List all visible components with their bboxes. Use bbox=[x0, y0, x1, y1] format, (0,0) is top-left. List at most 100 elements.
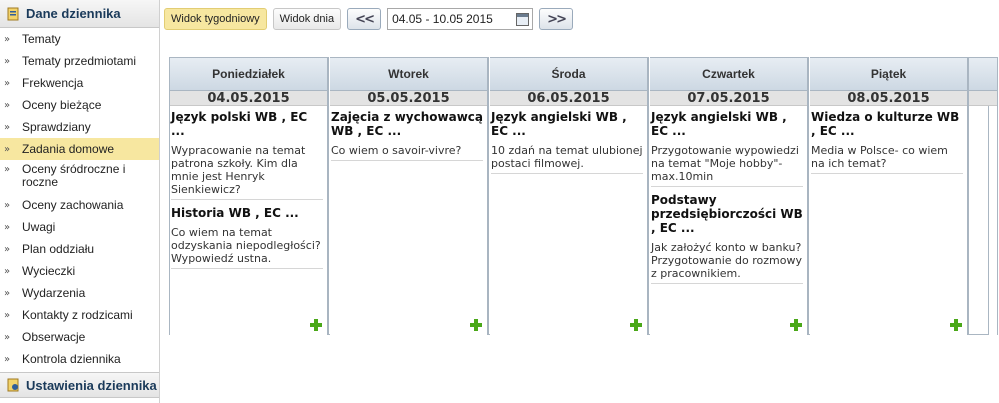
day-name: Środa bbox=[490, 57, 647, 91]
sidebar-header[interactable]: Dane dziennika bbox=[0, 0, 159, 28]
double-chevron-right-icon: » bbox=[4, 99, 11, 111]
homework-description: Co wiem na temat odzyskania niepodległoś… bbox=[171, 226, 323, 269]
day-body: Język polski WB , EC ... Wypracowanie na … bbox=[170, 106, 327, 269]
weekend-column-partial bbox=[968, 57, 998, 335]
previous-week-button[interactable]: << bbox=[347, 8, 382, 30]
homework-entry[interactable]: Historia WB , EC ... Co wiem na temat odz… bbox=[171, 206, 325, 269]
sidebar-footer[interactable]: Ustawienia dziennika bbox=[0, 372, 159, 398]
homework-entry[interactable]: Język angielski WB , EC ... 10 zdań na te… bbox=[491, 110, 645, 174]
sidebar-item-1[interactable]: » Tematy przedmiotami bbox=[0, 50, 159, 72]
homework-description: Co wiem o savoir-vivre? bbox=[331, 144, 483, 161]
next-week-button[interactable]: >> bbox=[539, 8, 574, 30]
day-body: Język angielski WB , EC ... 10 zdań na te… bbox=[490, 106, 647, 174]
sidebar-item-label: Oceny zachowania bbox=[22, 197, 124, 212]
double-chevron-left-icon: << bbox=[355, 11, 375, 27]
sidebar-item-label: Zadania domowe bbox=[22, 141, 115, 156]
homework-entry[interactable]: Język angielski WB , EC ... Przygotowanie… bbox=[651, 110, 805, 187]
day-date: 08.05.2015 bbox=[810, 91, 967, 106]
day-column-1: Wtorek 05.05.2015 Zajęcia z wychowawcą WB … bbox=[330, 57, 489, 335]
double-chevron-right-icon: » bbox=[4, 243, 11, 255]
sidebar-item-0[interactable]: » Tematy bbox=[0, 28, 159, 50]
sidebar-item-label: Plan oddziału bbox=[22, 241, 95, 256]
sidebar-item-label: Oceny bieżące bbox=[22, 97, 102, 112]
sidebar-item-5[interactable]: » Zadania domowe bbox=[0, 138, 159, 160]
sidebar-item-13[interactable]: » Obserwacje bbox=[0, 326, 159, 348]
week-calendar: Poniedziałek 04.05.2015 Język polski WB , … bbox=[169, 57, 989, 335]
sidebar-item-9[interactable]: » Plan oddziału bbox=[0, 238, 159, 260]
sidebar-item-label: Kontakty z rodzicami bbox=[22, 307, 133, 322]
sidebar-item-4[interactable]: » Sprawdziany bbox=[0, 116, 159, 138]
day-name: Piątek bbox=[810, 57, 967, 91]
double-chevron-right-icon: » bbox=[4, 353, 11, 365]
double-chevron-right-icon: » bbox=[4, 164, 11, 175]
sidebar-item-label: Frekwencja bbox=[22, 75, 84, 90]
sidebar-item-14[interactable]: » Kontrola dziennika bbox=[0, 348, 159, 370]
double-chevron-right-icon: » bbox=[4, 221, 11, 233]
sidebar-item-label: Kontrola dziennika bbox=[22, 351, 121, 366]
sidebar-item-10[interactable]: » Wycieczki bbox=[0, 260, 159, 282]
add-homework-plus-icon[interactable] bbox=[790, 319, 802, 331]
homework-description: 10 zdań na temat ulubionej postaci filmo… bbox=[491, 144, 643, 174]
sidebar: Dane dziennika » Tematy » Tematy przedmiota… bbox=[0, 0, 160, 403]
sidebar-item-label: Wycieczki bbox=[22, 263, 76, 278]
sidebar-item-label: Sprawdziany bbox=[22, 119, 91, 134]
sidebar-item-label: Oceny śródroczne i roczne bbox=[22, 162, 126, 189]
calendar-icon[interactable] bbox=[516, 12, 530, 26]
sidebar-item-6[interactable]: » Oceny śródroczne i roczne bbox=[0, 160, 159, 194]
double-chevron-right-icon: » bbox=[4, 331, 11, 343]
homework-subject[interactable]: Wiedza o kulturze WB , EC ... bbox=[811, 110, 965, 138]
homework-entry[interactable]: Język polski WB , EC ... Wypracowanie na … bbox=[171, 110, 325, 200]
day-date: 07.05.2015 bbox=[650, 91, 807, 106]
double-chevron-right-icon: » bbox=[4, 121, 11, 133]
sidebar-item-3[interactable]: » Oceny bieżące bbox=[0, 94, 159, 116]
sidebar-item-label: Uwagi bbox=[22, 219, 56, 234]
double-chevron-right-icon: » bbox=[4, 265, 11, 277]
homework-subject[interactable]: Język angielski WB , EC ... bbox=[491, 110, 645, 138]
homework-subject[interactable]: Język angielski WB , EC ... bbox=[651, 110, 805, 138]
double-chevron-right-icon: » bbox=[4, 143, 11, 155]
day-column-2: Środa 06.05.2015 Język angielski WB , EC .… bbox=[490, 57, 649, 335]
double-chevron-right-icon: » bbox=[4, 55, 11, 67]
day-body: Wiedza o kulturze WB , EC ... Media w Pol… bbox=[810, 106, 967, 174]
add-homework-plus-icon[interactable] bbox=[630, 319, 642, 331]
day-column-3: Czwartek 07.05.2015 Język angielski WB , E… bbox=[650, 57, 809, 335]
homework-subject[interactable]: Podstawy przedsiębiorczości WB , EC ... bbox=[651, 193, 805, 235]
sidebar-item-7[interactable]: » Oceny zachowania bbox=[0, 194, 159, 216]
day-body: Język angielski WB , EC ... Przygotowanie… bbox=[650, 106, 807, 284]
homework-subject[interactable]: Zajęcia z wychowawcą WB , EC ... bbox=[331, 110, 485, 138]
double-chevron-right-icon: >> bbox=[547, 11, 567, 27]
homework-entry[interactable]: Zajęcia z wychowawcą WB , EC ... Co wiem … bbox=[331, 110, 485, 161]
double-chevron-right-icon: » bbox=[4, 309, 11, 321]
sidebar-item-label: Tematy przedmiotami bbox=[22, 53, 137, 68]
double-chevron-right-icon: » bbox=[4, 33, 11, 45]
homework-description: Media w Polsce- co wiem na ich temat? bbox=[811, 144, 963, 174]
date-range-field[interactable]: 04.05 - 10.05 2015 bbox=[387, 8, 534, 30]
toolbar: Widok tygodniowy Widok dnia << 04.05 - 1… bbox=[164, 6, 579, 32]
sidebar-item-label: Tematy bbox=[22, 31, 61, 46]
sidebar-footer-label: Ustawienia dziennika bbox=[26, 377, 157, 393]
day-name: Wtorek bbox=[330, 57, 487, 91]
homework-subject[interactable]: Historia WB , EC ... bbox=[171, 206, 325, 220]
add-homework-plus-icon[interactable] bbox=[950, 319, 962, 331]
homework-description: Przygotowanie wypowiedzi na temat "Moje … bbox=[651, 144, 803, 187]
sidebar-item-12[interactable]: » Kontakty z rodzicami bbox=[0, 304, 159, 326]
daily-view-button[interactable]: Widok dnia bbox=[272, 8, 342, 30]
sidebar-item-8[interactable]: » Uwagi bbox=[0, 216, 159, 238]
day-name: Czwartek bbox=[650, 57, 807, 91]
homework-entry[interactable]: Wiedza o kulturze WB , EC ... Media w Pol… bbox=[811, 110, 965, 174]
settings-journal-icon bbox=[6, 378, 20, 392]
date-range-value: 04.05 - 10.05 2015 bbox=[392, 12, 493, 26]
add-homework-plus-icon[interactable] bbox=[310, 319, 322, 331]
sidebar-item-2[interactable]: » Frekwencja bbox=[0, 72, 159, 94]
day-body: Zajęcia z wychowawcą WB , EC ... Co wiem … bbox=[330, 106, 487, 161]
day-column-4: Piątek 08.05.2015 Wiedza o kulturze WB , E… bbox=[810, 57, 969, 335]
weekly-view-button[interactable]: Widok tygodniowy bbox=[164, 8, 267, 30]
homework-entry[interactable]: Podstawy przedsiębiorczości WB , EC ... J… bbox=[651, 193, 805, 284]
day-date: 04.05.2015 bbox=[170, 91, 327, 106]
sidebar-item-11[interactable]: » Wydarzenia bbox=[0, 282, 159, 304]
add-homework-plus-icon[interactable] bbox=[470, 319, 482, 331]
journal-icon bbox=[6, 7, 20, 21]
homework-description: Wypracowanie na temat patrona szkoły. Ki… bbox=[171, 144, 323, 200]
sidebar-item-label: Obserwacje bbox=[22, 329, 86, 344]
homework-subject[interactable]: Język polski WB , EC ... bbox=[171, 110, 325, 138]
